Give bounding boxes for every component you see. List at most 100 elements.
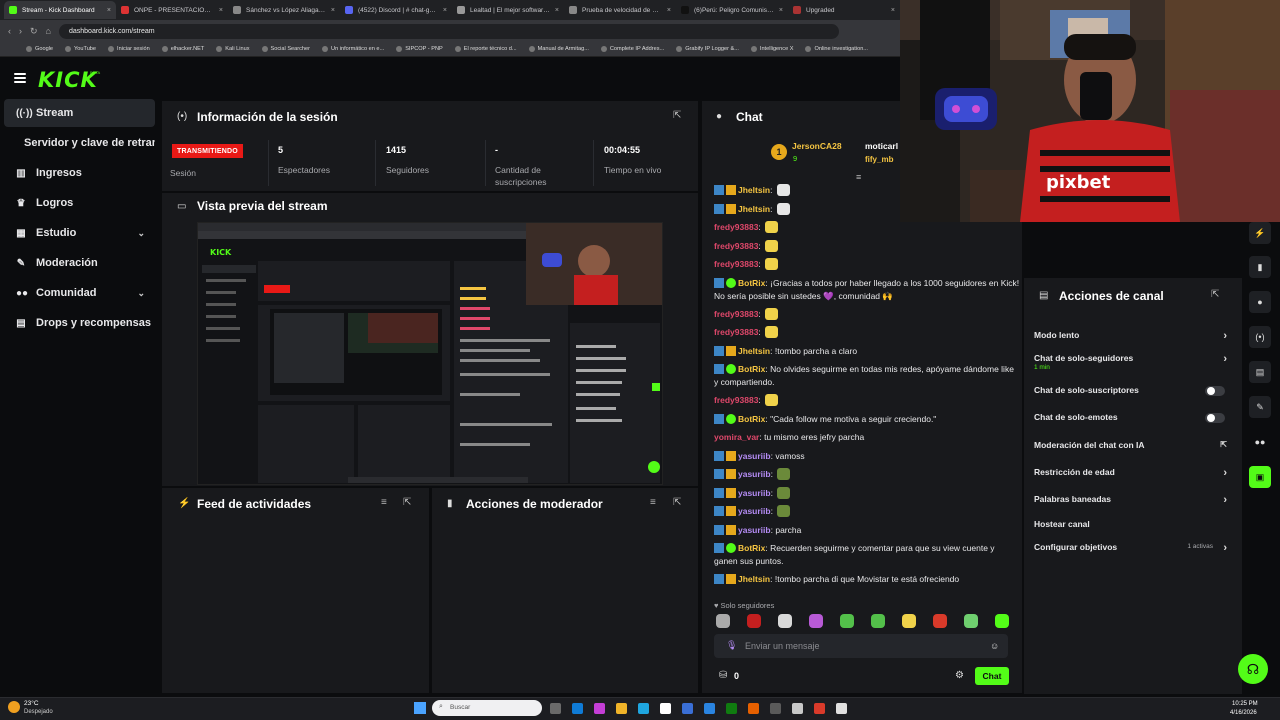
emoji-icon[interactable]: ☺ bbox=[990, 641, 999, 651]
chat-username[interactable]: yasuriib bbox=[738, 488, 771, 498]
kick-logo[interactable]: KICK bbox=[38, 68, 98, 92]
chat-username[interactable]: yasuriib bbox=[738, 451, 771, 461]
channel-action-item[interactable]: Restricción de edad › bbox=[1034, 467, 1229, 479]
taskbar-app-icon[interactable] bbox=[814, 703, 825, 714]
broadcast-icon[interactable]: (•) bbox=[1249, 326, 1271, 348]
channel-action-item[interactable]: Moderación del chat con IA ⇱ bbox=[1034, 440, 1229, 450]
taskbar-app-icon[interactable] bbox=[572, 703, 583, 714]
sidebar-item-server-key[interactable]: Servidor y clave de retransmisión bbox=[4, 129, 155, 157]
popout-icon[interactable]: ⇱ bbox=[673, 497, 681, 508]
chat-username[interactable]: Jheltsin bbox=[738, 346, 770, 356]
close-tab-icon[interactable]: × bbox=[219, 7, 223, 14]
filter-icon[interactable]: ≡ bbox=[381, 497, 387, 508]
channel-action-item[interactable]: Chat de solo-seguidores 1 min › bbox=[1034, 353, 1229, 371]
bookmark-item[interactable]: Online investigation... bbox=[805, 46, 868, 52]
chat-username[interactable]: fredy93883 bbox=[714, 259, 758, 269]
taskbar-app-icon[interactable] bbox=[792, 703, 803, 714]
bookmark-item[interactable]: YouTube bbox=[65, 46, 96, 52]
chat-username[interactable]: BotRix bbox=[738, 414, 765, 424]
taskbar-app-icon[interactable] bbox=[704, 703, 715, 714]
forward-icon[interactable]: › bbox=[19, 26, 22, 36]
bookmark-item[interactable]: elhacker.NET bbox=[161, 46, 204, 52]
emote-picker-icon[interactable] bbox=[747, 614, 761, 628]
back-icon[interactable]: ‹ bbox=[8, 26, 11, 36]
toggle-switch[interactable] bbox=[1205, 386, 1225, 396]
browser-tab[interactable]: Upgraded × bbox=[788, 1, 900, 19]
popout-icon[interactable]: ⇱ bbox=[673, 110, 681, 121]
sidebar-item-estudio[interactable]: ▦ Estudio ⌄ bbox=[4, 219, 155, 247]
bookmark-item[interactable]: Grabify IP Logger &... bbox=[676, 46, 739, 52]
browser-tab[interactable]: Prueba de velocidad de Ookla × bbox=[564, 1, 676, 19]
close-tab-icon[interactable]: × bbox=[891, 7, 895, 14]
bookmark-item[interactable]: Manual de Armitag... bbox=[528, 46, 589, 52]
settings-icon[interactable]: ⚙ bbox=[955, 670, 964, 681]
taskbar-app-icon[interactable] bbox=[550, 703, 561, 714]
close-tab-icon[interactable]: × bbox=[779, 7, 783, 14]
emote-picker-icon[interactable] bbox=[778, 614, 792, 628]
popout-icon[interactable]: ⇱ bbox=[403, 497, 411, 508]
browser-tab[interactable]: (4522) Discord | # chat-gene × bbox=[340, 1, 452, 19]
browser-tab[interactable]: Sánchez vs López Aliaga —¿Q × bbox=[228, 1, 340, 19]
chat-username[interactable]: fredy93883 bbox=[714, 309, 758, 319]
taskbar-search[interactable] bbox=[432, 700, 542, 716]
bookmark-item[interactable]: Un informático en e... bbox=[322, 46, 384, 52]
chat-username[interactable]: BotRix bbox=[738, 543, 765, 553]
stream-preview-video[interactable]: KICK bbox=[197, 222, 663, 485]
bookmark-item[interactable]: Social Searcher bbox=[261, 46, 310, 52]
sidebar-item-comunidad[interactable]: ●● Comunidad ⌄ bbox=[4, 279, 155, 307]
pinned-user-2[interactable]: moticarl bbox=[865, 141, 898, 151]
browser-tab[interactable]: Lealtad | El mejor software para × bbox=[452, 1, 564, 19]
chat-username[interactable]: fredy93883 bbox=[714, 222, 758, 232]
emote-picker-icon[interactable] bbox=[840, 614, 854, 628]
bookmark-item[interactable]: Complete IP Addres... bbox=[600, 46, 664, 52]
reload-icon[interactable]: ↻ bbox=[30, 26, 38, 37]
bookmark-item[interactable]: Google bbox=[26, 46, 53, 52]
close-tab-icon[interactable]: × bbox=[107, 7, 111, 14]
home-icon[interactable]: ⌂ bbox=[46, 26, 51, 36]
chat-username[interactable]: yasuriib bbox=[738, 525, 771, 535]
taskbar-app-icon[interactable] bbox=[660, 703, 671, 714]
bookmark-item[interactable]: SIPCOP - PNP bbox=[396, 46, 443, 52]
chat-username[interactable]: yomira_var bbox=[714, 432, 759, 442]
close-tab-icon[interactable]: × bbox=[555, 7, 559, 14]
channel-action-item[interactable]: Palabras baneadas › bbox=[1034, 494, 1229, 506]
chat-username[interactable]: yasuriib bbox=[738, 506, 771, 516]
emote-picker-icon[interactable] bbox=[716, 614, 730, 628]
emote-picker-icon[interactable] bbox=[995, 614, 1009, 628]
bookmark-item[interactable]: Iniciar sesión bbox=[108, 46, 150, 52]
add-widget-icon[interactable]: ▣ bbox=[1249, 466, 1271, 488]
channel-action-item[interactable]: Configurar objetivos 1 activas › bbox=[1034, 542, 1229, 554]
channel-action-item[interactable]: Chat de solo-emotes bbox=[1034, 412, 1229, 423]
chat-username[interactable]: yasuriib bbox=[738, 469, 771, 479]
shield-icon[interactable]: ▮ bbox=[1249, 256, 1271, 278]
browser-tab[interactable]: Stream - Kick Dashboard × bbox=[4, 1, 116, 19]
channel-action-item[interactable]: Modo lento › bbox=[1034, 330, 1229, 342]
taskbar-app-icon[interactable] bbox=[594, 703, 605, 714]
chat-username[interactable]: fredy93883 bbox=[714, 395, 758, 405]
url-input[interactable]: dashboard.kick.com/stream bbox=[58, 23, 839, 39]
channel-action-item[interactable]: Chat de solo-suscriptores bbox=[1034, 385, 1229, 396]
emote-picker-icon[interactable] bbox=[871, 614, 885, 628]
chat-username[interactable]: Jheltsin bbox=[738, 185, 770, 195]
close-tab-icon[interactable]: × bbox=[443, 7, 447, 14]
lightning-icon[interactable]: ⚡ bbox=[1249, 222, 1271, 244]
collapse-icon[interactable]: ≡ bbox=[856, 172, 861, 182]
support-icon[interactable]: ☊ bbox=[1238, 654, 1268, 684]
sidebar-item-drops[interactable]: ▤ Drops y recompensas bbox=[4, 309, 155, 337]
toggle-switch[interactable] bbox=[1205, 413, 1225, 423]
chat-bubble-icon[interactable]: ● bbox=[1249, 291, 1271, 313]
browser-tab[interactable]: (6)Perú: Peligro Comunismo y V × bbox=[676, 1, 788, 19]
taskbar-app-icon[interactable] bbox=[616, 703, 627, 714]
popout-icon[interactable]: ⇱ bbox=[1211, 289, 1219, 300]
taskbar-app-icon[interactable] bbox=[682, 703, 693, 714]
pinned-user-1[interactable]: JersonCA28 bbox=[792, 141, 842, 151]
menu-icon[interactable] bbox=[14, 73, 26, 83]
mic-icon[interactable]: 🎙 bbox=[726, 640, 737, 651]
browser-tab[interactable]: ONPE - PRESENTACIÓN DE RE × bbox=[116, 1, 228, 19]
taskbar-app-icon[interactable] bbox=[836, 703, 847, 714]
emote-picker-icon[interactable] bbox=[902, 614, 916, 628]
chat-username[interactable]: BotRix bbox=[738, 278, 765, 288]
chat-username[interactable]: Jheltsin bbox=[738, 574, 770, 584]
taskbar-app-icon[interactable] bbox=[770, 703, 781, 714]
chat-username[interactable]: BotRix bbox=[738, 364, 765, 374]
